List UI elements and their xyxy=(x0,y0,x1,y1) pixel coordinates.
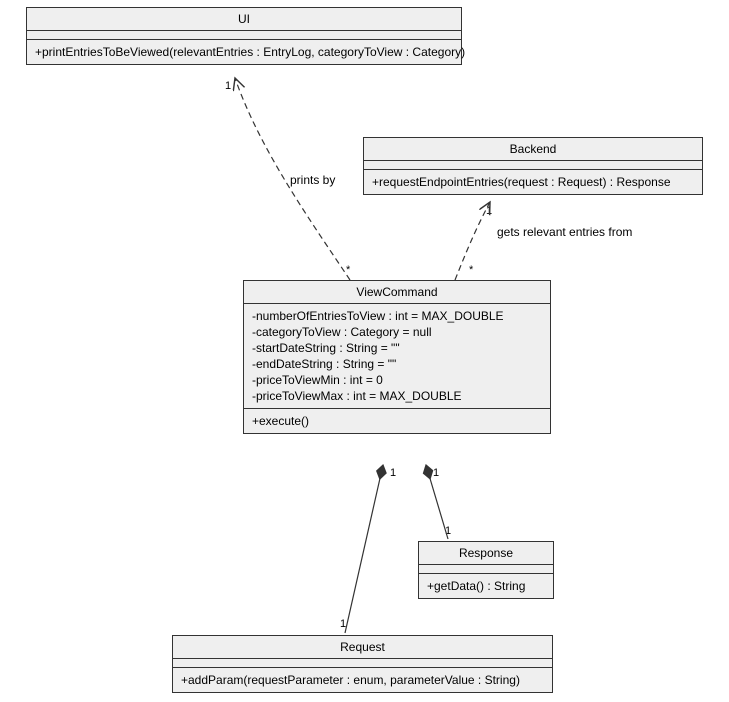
class-backend: Backend +requestEndpointEntries(request … xyxy=(363,137,703,195)
method-line: +addParam(requestParameter : enum, param… xyxy=(181,672,544,688)
class-attrs-empty xyxy=(364,161,702,170)
class-attrs: -numberOfEntriesToView : int = MAX_DOUBL… xyxy=(244,304,550,409)
class-ui: UI +printEntriesToBeViewed(relevantEntri… xyxy=(26,7,462,65)
method-line: +execute() xyxy=(252,413,542,429)
mult-vc-star-ui: * xyxy=(346,264,350,276)
class-title: Response xyxy=(419,542,553,565)
mult-request-one: 1 xyxy=(340,618,346,630)
attr-line: -categoryToView : Category = null xyxy=(252,324,542,340)
mult-response-one: 1 xyxy=(445,525,451,537)
attr-line: -numberOfEntriesToView : int = MAX_DOUBL… xyxy=(252,308,542,324)
class-attrs-empty xyxy=(27,31,461,40)
mult-ui-one: 1 xyxy=(225,80,231,92)
class-methods: +addParam(requestParameter : enum, param… xyxy=(173,668,552,692)
mult-vc-response-one-top: 1 xyxy=(433,467,439,479)
attr-line: -startDateString : String = "" xyxy=(252,340,542,356)
class-response: Response +getData() : String xyxy=(418,541,554,599)
class-title: Backend xyxy=(364,138,702,161)
label-gets-entries: gets relevant entries from xyxy=(497,225,632,239)
class-request: Request +addParam(requestParameter : enu… xyxy=(172,635,553,693)
attr-line: -endDateString : String = "" xyxy=(252,356,542,372)
class-title: Request xyxy=(173,636,552,659)
class-methods: +requestEndpointEntries(request : Reques… xyxy=(364,170,702,194)
class-attrs-empty xyxy=(419,565,553,574)
method-line: +printEntriesToBeViewed(relevantEntries … xyxy=(35,44,453,60)
class-attrs-empty xyxy=(173,659,552,668)
attr-line: -priceToViewMin : int = 0 xyxy=(252,372,542,388)
class-viewcommand: ViewCommand -numberOfEntriesToView : int… xyxy=(243,280,551,434)
mult-vc-star-backend: * xyxy=(469,264,473,276)
class-methods: +printEntriesToBeViewed(relevantEntries … xyxy=(27,40,461,64)
method-line: +getData() : String xyxy=(427,578,545,594)
class-title: ViewCommand xyxy=(244,281,550,304)
class-methods: +getData() : String xyxy=(419,574,553,598)
class-methods: +execute() xyxy=(244,409,550,433)
label-prints-by: prints by xyxy=(290,173,335,187)
method-line: +requestEndpointEntries(request : Reques… xyxy=(372,174,694,190)
mult-backend-one: 1 xyxy=(486,205,492,217)
mult-vc-request-one-top: 1 xyxy=(390,467,396,479)
class-title: UI xyxy=(27,8,461,31)
attr-line: -priceToViewMax : int = MAX_DOUBLE xyxy=(252,388,542,404)
